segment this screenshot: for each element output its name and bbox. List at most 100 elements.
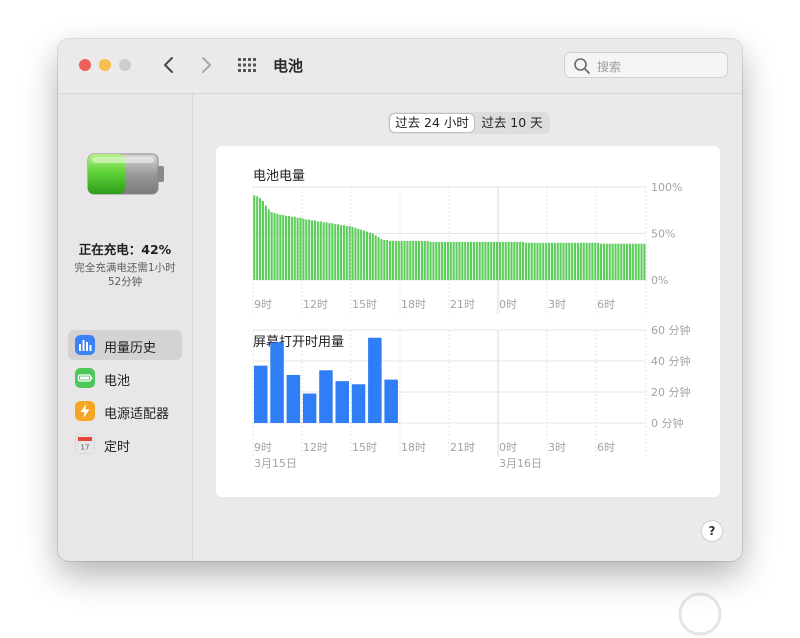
battery-level-chart: 100% 50% 0% 9时 12时 15时 18时 21时 0时 3时 6时 — [252, 181, 682, 314]
data-bar — [591, 242, 594, 280]
x-tick-label: 3时 — [548, 298, 566, 311]
data-bar — [620, 243, 623, 280]
x-tick-label: 0时 — [499, 441, 517, 454]
data-bar — [536, 242, 539, 280]
title-bar: 电池 搜索 — [58, 39, 742, 94]
bar-chart-icon — [75, 335, 95, 355]
chevron-left-icon[interactable] — [159, 54, 179, 76]
data-bar — [640, 243, 643, 280]
x-tick-label: 12时 — [303, 298, 328, 311]
data-bar — [339, 225, 343, 280]
data-bar — [550, 242, 553, 280]
data-bar — [374, 235, 377, 280]
data-bar — [302, 218, 305, 280]
data-bar — [516, 241, 519, 280]
preferences-window: 电池 搜索 正在充电：42% 完全充满电还需1小时 52分钟 用量历史 电池 电… — [58, 39, 742, 561]
data-bar — [484, 241, 487, 280]
data-bar — [386, 240, 389, 280]
data-bar — [498, 241, 501, 280]
time-range-segmented-control: 过去 24 小时 过去 10 天 — [388, 112, 550, 134]
data-bar — [449, 241, 452, 280]
battery-icon — [87, 153, 164, 195]
data-bar — [420, 240, 423, 280]
time-remaining-line2: 52分钟 — [107, 276, 143, 288]
usage-history-card: 电池电量 100% 50% 0% 9时 12时 15时 18时 21时 0时 3时 6时 屏幕打开时… — [216, 146, 720, 497]
data-bar — [290, 216, 293, 280]
data-bar — [614, 243, 617, 280]
data-bar — [568, 242, 571, 280]
data-bar — [287, 215, 291, 280]
data-bar — [267, 209, 270, 280]
data-bar — [415, 240, 418, 280]
y-tick-label: 0 分钟 — [651, 416, 684, 430]
x-tick-label: 0时 — [499, 298, 517, 311]
data-bar — [256, 196, 259, 280]
data-bar — [400, 240, 403, 280]
data-bar — [553, 242, 556, 280]
data-bar — [582, 242, 585, 280]
watermark-logo-icon — [678, 592, 722, 636]
charging-status: 正在充电：42% — [78, 242, 172, 257]
data-bar — [588, 242, 591, 280]
data-bar — [384, 379, 398, 423]
y-tick-label: 50% — [651, 228, 675, 241]
x-tick-label: 9时 — [254, 441, 272, 454]
data-bar — [617, 243, 620, 280]
x-tick-label: 18时 — [401, 441, 426, 454]
data-bar — [579, 242, 582, 280]
data-bar — [533, 242, 536, 280]
y-tick-label: 60 分钟 — [651, 323, 691, 337]
data-bar — [559, 242, 562, 280]
help-button[interactable]: ? — [701, 520, 723, 542]
data-bar — [261, 200, 265, 280]
x-tick-label: 15时 — [352, 298, 377, 311]
zoom-button[interactable] — [119, 59, 131, 71]
sidebar: 正在充电：42% 完全充满电还需1小时 52分钟 用量历史 电池 电源适配器 1… — [58, 94, 193, 561]
data-bar — [441, 241, 444, 280]
y-tick-label: 100% — [651, 181, 682, 194]
data-bar — [478, 241, 481, 280]
x-tick-label: 12时 — [303, 441, 328, 454]
sidebar-item-schedule[interactable]: 17 定时 — [68, 429, 182, 459]
data-bar — [357, 228, 360, 280]
x-tick-label: 9时 — [254, 298, 272, 311]
data-bar — [302, 393, 317, 423]
battery-icon — [75, 368, 95, 388]
data-bar — [475, 241, 478, 280]
chevron-right-icon[interactable] — [196, 54, 216, 76]
data-bar — [519, 241, 522, 280]
data-bar — [608, 243, 611, 280]
segment-last-10-days[interactable]: 过去 10 天 — [476, 114, 548, 132]
sidebar-item-power-adapter[interactable]: 电源适配器 — [68, 396, 182, 426]
charging-time-remaining: 完全充满电还需1小时 52分钟 — [64, 261, 186, 289]
data-bar — [351, 226, 354, 280]
search-field[interactable]: 搜索 — [564, 52, 728, 78]
data-bar — [576, 242, 579, 280]
data-bar — [285, 215, 288, 280]
data-bar — [305, 219, 308, 280]
data-bar — [597, 242, 600, 280]
minimize-button[interactable] — [99, 59, 111, 71]
data-bar — [464, 241, 467, 280]
data-bar — [423, 240, 426, 280]
data-bar — [487, 241, 490, 280]
grid-icon[interactable] — [238, 58, 256, 72]
data-bar — [316, 221, 319, 280]
data-bar — [325, 222, 328, 280]
data-bar — [530, 242, 533, 280]
data-bar — [490, 241, 493, 280]
close-button[interactable] — [79, 59, 91, 71]
data-bar — [461, 241, 464, 280]
data-bar — [394, 240, 397, 280]
sidebar-item-battery[interactable]: 电池 — [68, 363, 182, 393]
data-bar — [282, 214, 285, 280]
data-bar — [409, 240, 412, 280]
data-bar — [623, 243, 626, 280]
x-tick-label: 6时 — [597, 298, 615, 311]
data-bar — [322, 222, 325, 280]
data-bar — [548, 242, 551, 280]
sidebar-item-usage-history[interactable]: 用量历史 — [68, 330, 182, 360]
data-bar — [501, 241, 504, 280]
data-bar — [253, 195, 256, 280]
segment-last-24-hours[interactable]: 过去 24 小时 — [390, 114, 474, 132]
